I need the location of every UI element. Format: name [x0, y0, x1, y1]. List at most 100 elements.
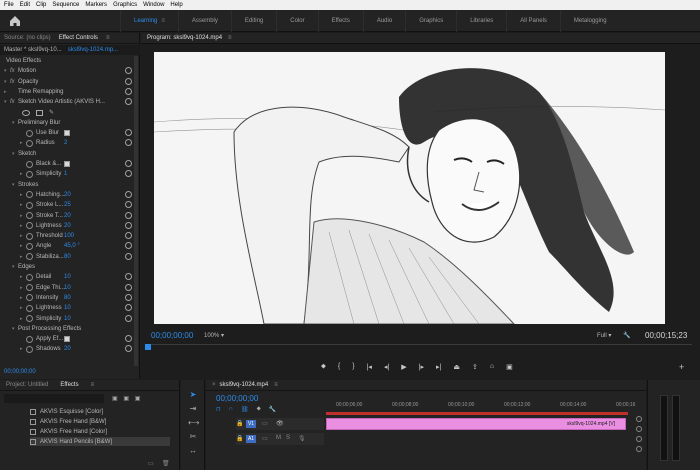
reset-icon[interactable] [125, 87, 132, 95]
reset-icon[interactable] [125, 335, 132, 343]
video-clip[interactable]: sksl9vq-1024.mp4 [V] [326, 418, 626, 430]
workspace-tab-assembly[interactable]: Assembly [177, 10, 231, 32]
reset-icon[interactable] [125, 201, 132, 209]
workspace-tab-audio[interactable]: Audio [362, 10, 405, 32]
effects-list-item[interactable]: AKVIS Hard Pencils [B&W] [30, 437, 170, 446]
effect-row[interactable]: ▸ Radius 2 [0, 138, 136, 148]
effect-row[interactable]: ▾ fx Opacity [0, 77, 136, 87]
extract-icon[interactable]: ⇪ [472, 363, 478, 371]
effect-checkbox[interactable] [64, 161, 70, 167]
ripple-edit-tool-icon[interactable]: ⟷ [188, 418, 199, 428]
panel-menu-icon[interactable]: ≡ [274, 382, 278, 388]
sync-lock-icon[interactable]: ▭ [262, 420, 268, 427]
effect-row-value[interactable]: 2 [64, 140, 67, 146]
effect-row[interactable]: ▸ Detail 10 [0, 272, 136, 282]
wrench-icon[interactable]: 🔧 [269, 406, 276, 413]
effects-search-input[interactable] [4, 394, 104, 403]
workspace-tab-effects[interactable]: Effects [317, 10, 363, 32]
mark-out-icon[interactable]: } [352, 363, 354, 371]
workspace-tab-metalogging[interactable]: Metalogging [559, 10, 620, 32]
reset-icon[interactable] [125, 139, 132, 147]
trash-icon[interactable]: 🗑 [162, 460, 170, 467]
stopwatch-icon[interactable] [26, 170, 33, 178]
stopwatch-icon[interactable] [26, 242, 33, 250]
timeline-tab[interactable]: × sksl9vq-1024.mp4 ≡ [206, 380, 646, 391]
effect-row[interactable]: ▸ Edge Thi... 10 [0, 283, 136, 293]
reset-icon[interactable] [125, 252, 132, 260]
reset-icon[interactable] [125, 221, 132, 229]
effect-row-value[interactable]: 1 [64, 171, 67, 177]
effect-row[interactable]: ▾ Sketch [0, 149, 136, 159]
program-tab[interactable]: Program: sksl9vq-1024.mp4 ≡ [141, 33, 700, 44]
playhead[interactable] [145, 344, 151, 350]
effect-row[interactable]: ▾ Strokes [0, 180, 136, 190]
workspace-tab-all-panels[interactable]: All Panels [506, 10, 560, 32]
lock-icon[interactable]: 🔒 [236, 420, 243, 427]
menu-item-graphics[interactable]: Graphics [113, 2, 137, 8]
effect-row[interactable]: ▾ Post Processing Effects [0, 324, 136, 334]
effect-row-value[interactable]: 25 [64, 202, 71, 208]
effect-row[interactable]: Black &... [0, 159, 136, 169]
panel-menu-icon[interactable]: ≡ [85, 382, 101, 388]
ellipse-mask-icon[interactable] [22, 109, 30, 116]
effects-list-item[interactable]: AKVIS Esquisse [Color] [30, 407, 170, 416]
reset-icon[interactable] [125, 160, 132, 167]
effect-row[interactable]: Apply Ef... [0, 334, 136, 344]
chevron-right-icon[interactable]: ▸ [4, 89, 10, 95]
reset-icon[interactable] [125, 129, 132, 137]
pen-mask-icon[interactable]: ✎ [49, 109, 54, 116]
reset-icon[interactable] [125, 232, 132, 240]
effect-row[interactable]: ▸ Intensity 80 [0, 293, 136, 303]
razor-tool-icon[interactable]: ✂ [188, 432, 198, 442]
reset-icon[interactable] [125, 314, 132, 322]
fx-icon[interactable]: fx [10, 99, 18, 105]
sync-lock-icon[interactable]: ▭ [262, 435, 268, 442]
effect-row[interactable]: Video Effects [0, 56, 136, 66]
export-frame-icon[interactable]: ⌂ [490, 363, 494, 371]
slip-tool-icon[interactable]: ↔ [188, 446, 198, 456]
track-a1-label[interactable]: A1 [246, 435, 256, 443]
reset-icon[interactable] [125, 67, 132, 75]
effect-row[interactable]: Use Blur [0, 128, 136, 138]
stopwatch-icon[interactable] [26, 160, 33, 168]
effect-row-value[interactable]: 20 [64, 213, 71, 219]
reset-icon[interactable] [125, 211, 132, 219]
stopwatch-icon[interactable] [26, 273, 33, 281]
effect-row[interactable]: ▸ Stroke T... 20 [0, 211, 136, 221]
zoom-handle-icon[interactable] [636, 436, 642, 442]
reset-icon[interactable] [125, 98, 132, 106]
reset-icon[interactable] [125, 242, 132, 250]
reset-icon[interactable] [125, 283, 132, 291]
effect-row-value[interactable]: 10 [64, 285, 71, 291]
home-icon[interactable] [8, 14, 22, 28]
effect-row[interactable]: ▸ Time Remapping [0, 87, 136, 97]
effect-row-value[interactable]: 10 [64, 316, 71, 322]
tab-project[interactable]: Project: Untitled [0, 382, 54, 388]
master-clip-label[interactable]: Master * sksl9vq-10... [4, 47, 62, 53]
reset-icon[interactable] [125, 190, 132, 198]
mute-icon[interactable]: M [276, 435, 281, 441]
eye-icon[interactable]: 👁 [276, 420, 284, 427]
effect-row-value[interactable]: 45,0 ° [64, 243, 80, 249]
reset-icon[interactable] [125, 170, 132, 178]
effect-row[interactable]: ▸ Shadows 20 [0, 344, 136, 354]
effect-row[interactable]: ▸ Angle 45,0 ° [0, 241, 136, 251]
panel-menu-icon[interactable]: ≡ [228, 35, 232, 41]
effect-controls-timecode[interactable]: 00;00;00;00 [4, 369, 36, 375]
effect-row-value[interactable]: 100 [64, 233, 74, 239]
selection-tool-icon[interactable]: ➤ [188, 390, 198, 400]
reset-icon[interactable] [125, 77, 132, 85]
effect-row[interactable]: ▸ Threshold 100 [0, 231, 136, 241]
add-marker-icon[interactable]: ⬥ [321, 363, 326, 371]
fx-icon[interactable]: fx [10, 68, 18, 74]
menu-item-file[interactable]: File [4, 2, 14, 8]
effect-row[interactable]: ▸ Stabiliza... 80 [0, 252, 136, 262]
menu-item-window[interactable]: Window [143, 2, 164, 8]
mic-icon[interactable]: 🎙 [298, 435, 306, 442]
workspace-tab-color[interactable]: Color [276, 10, 317, 32]
stopwatch-icon[interactable] [26, 222, 33, 230]
program-time-ruler[interactable] [147, 344, 692, 352]
stopwatch-icon[interactable] [26, 232, 33, 240]
tab-effect-controls[interactable]: Effect Controls [55, 35, 102, 41]
effect-row[interactable]: ▸ Hatching... 20 [0, 190, 136, 200]
